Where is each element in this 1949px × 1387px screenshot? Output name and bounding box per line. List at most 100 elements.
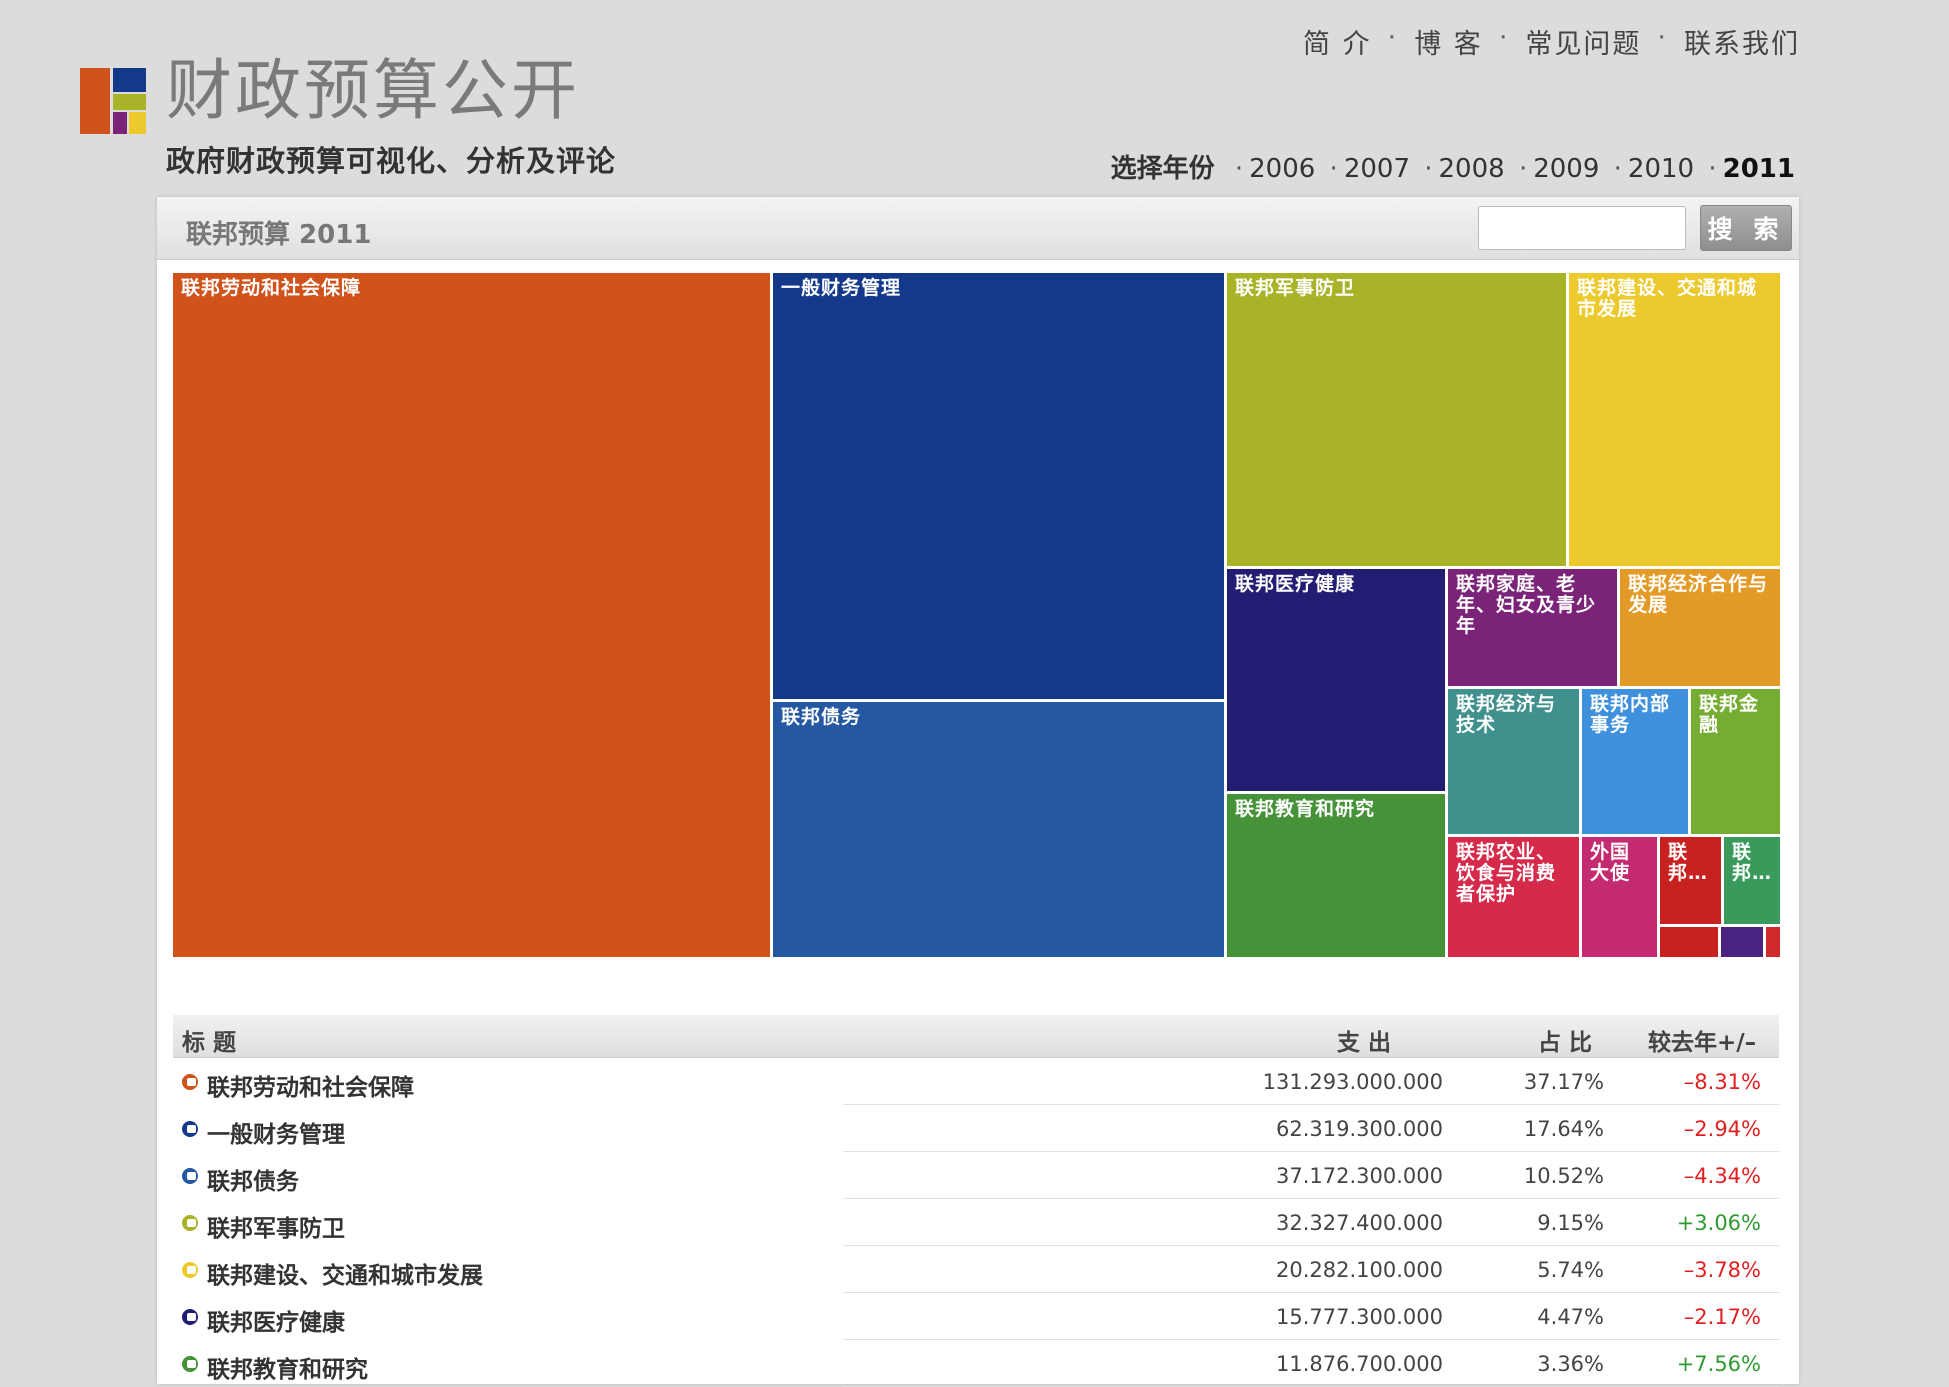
treemap-tile[interactable]: 联邦教育和研究 [1227, 794, 1448, 960]
treemap-tile-label: 一般财务管理 [781, 277, 902, 299]
treemap-tile-label: 联邦… [1732, 841, 1773, 884]
header-title[interactable]: 标 题 [182, 1023, 236, 1057]
year-link-2007[interactable]: 2007 [1344, 154, 1410, 184]
row-title[interactable]: 联邦教育和研究 [207, 1350, 368, 1384]
treemap-tile-label: 外国大使 [1590, 841, 1631, 884]
row-change: –2.94% [1683, 1117, 1761, 1141]
row-title[interactable]: 联邦建设、交通和城市发展 [207, 1256, 483, 1290]
treemap-tile-label: 联邦教育和研究 [1235, 798, 1376, 820]
table-row[interactable]: 联邦医疗健康 15.777.300.000 4.47% –2.17% [173, 1293, 1779, 1340]
treemap-tile[interactable] [1660, 927, 1721, 960]
logo-block-purple [113, 112, 127, 134]
year-separator: · [1708, 154, 1717, 184]
row-share: 3.36% [1537, 1352, 1604, 1376]
table-row[interactable]: 联邦军事防卫 32.327.400.000 9.15% +3.06% [173, 1199, 1779, 1246]
nav-separator: · [1498, 22, 1510, 53]
treemap-tile-label: 联邦金融 [1699, 693, 1760, 736]
treemap-tile[interactable]: 外国大使 [1582, 837, 1660, 960]
treemap-tile-label: 联邦经济与技术 [1456, 693, 1557, 736]
treemap-tile-label: 联邦建设、交通和城市发展 [1577, 277, 1758, 320]
row-title[interactable]: 一般财务管理 [207, 1115, 345, 1149]
search-input[interactable] [1478, 206, 1686, 250]
treemap-tile[interactable]: 联邦… [1724, 837, 1783, 927]
year-separator: · [1518, 154, 1528, 184]
table-header: 标 题 支 出 占 比 较去年+/– [173, 1015, 1779, 1058]
treemap-tile-label: 联邦农业、饮食与消费者保护 [1456, 841, 1557, 905]
treemap-tile[interactable]: 联邦家庭、老年、妇女及青少年 [1448, 569, 1620, 689]
nav-about-link[interactable]: 简 介 [1303, 22, 1372, 61]
row-share: 10.52% [1523, 1164, 1604, 1188]
budget-treemap: 联邦劳动和社会保障 一般财务管理 联邦债务 联邦军事防卫 联邦建设、交通和城市发… [173, 273, 1783, 960]
year-link-2008[interactable]: 2008 [1439, 154, 1505, 184]
row-title[interactable]: 联邦医疗健康 [207, 1303, 345, 1337]
category-icon [182, 1121, 198, 1137]
table-body: 联邦劳动和社会保障 131.293.000.000 37.17% –8.31% 一般财务… [173, 1058, 1779, 1387]
table-row[interactable]: 联邦建设、交通和城市发展 20.282.100.000 5.74% –3.78% [173, 1246, 1779, 1293]
year-link-2010[interactable]: 2010 [1628, 154, 1694, 184]
table-row[interactable]: 联邦教育和研究 11.876.700.000 3.36% +7.56% [173, 1340, 1779, 1387]
table-row[interactable]: 联邦债务 37.172.300.000 10.52% –4.34% [173, 1152, 1779, 1199]
row-title[interactable]: 联邦劳动和社会保障 [207, 1068, 414, 1102]
category-icon [182, 1262, 198, 1278]
treemap-tile-label: 联邦经济合作与发展 [1628, 573, 1769, 616]
category-icon [182, 1356, 198, 1372]
treemap-tile[interactable]: 联邦债务 [773, 702, 1227, 960]
treemap-tile[interactable]: 联邦… [1660, 837, 1724, 927]
search-button[interactable]: 搜 索 [1700, 205, 1792, 251]
row-amount: 15.777.300.000 [1276, 1305, 1443, 1329]
budget-table: 标 题 支 出 占 比 较去年+/– 联邦劳动和社会保障 131.293.000.… [173, 1015, 1779, 1387]
treemap-tile[interactable]: 联邦金融 [1691, 689, 1783, 837]
year-link-2006[interactable]: 2006 [1249, 154, 1315, 184]
top-nav: 简 介 · 博 客 · 常见问题 · 联系我们 [1303, 22, 1800, 61]
category-icon [182, 1215, 198, 1231]
row-share: 9.15% [1537, 1211, 1604, 1235]
row-amount: 37.172.300.000 [1276, 1164, 1443, 1188]
treemap-tile[interactable] [1721, 927, 1766, 960]
row-title[interactable]: 联邦债务 [207, 1162, 299, 1196]
row-share: 37.17% [1523, 1070, 1604, 1094]
treemap-tile[interactable]: 联邦建设、交通和城市发展 [1569, 273, 1783, 569]
treemap-tile-label: 联邦债务 [781, 706, 862, 728]
treemap-tile[interactable]: 联邦经济与技术 [1448, 689, 1582, 837]
treemap-tile[interactable]: 联邦内部事务 [1582, 689, 1691, 837]
header-change[interactable]: 较去年+/– [1648, 1023, 1756, 1057]
treemap-tile-label: 联邦劳动和社会保障 [181, 277, 362, 299]
header-share[interactable]: 占 比 [1538, 1023, 1592, 1057]
row-share: 17.64% [1523, 1117, 1604, 1141]
row-title[interactable]: 联邦军事防卫 [207, 1209, 345, 1243]
site-subtitle: 政府财政预算可视化、分析及评论 [166, 144, 617, 178]
treemap-tile[interactable]: 联邦农业、饮食与消费者保护 [1448, 837, 1582, 960]
year-link-2011[interactable]: 2011 [1723, 154, 1795, 184]
year-separator: · [1234, 154, 1244, 184]
row-amount: 20.282.100.000 [1276, 1258, 1443, 1282]
site-logo[interactable] [80, 68, 146, 134]
logo-block-green [113, 94, 146, 110]
treemap-tile-label: 联邦内部事务 [1590, 693, 1671, 736]
nav-contact-link[interactable]: 联系我们 [1684, 22, 1800, 61]
treemap-tile[interactable] [1766, 927, 1783, 960]
category-icon [182, 1309, 198, 1325]
year-link-2009[interactable]: 2009 [1533, 154, 1599, 184]
treemap-tile[interactable]: 联邦经济合作与发展 [1620, 569, 1783, 689]
panel-header: 联邦预算 2011 搜 索 [157, 197, 1799, 260]
row-amount: 32.327.400.000 [1276, 1211, 1443, 1235]
table-row[interactable]: 一般财务管理 62.319.300.000 17.64% –2.94% [173, 1105, 1779, 1152]
nav-blog-link[interactable]: 博 客 [1414, 22, 1483, 61]
table-row[interactable]: 联邦劳动和社会保障 131.293.000.000 37.17% –8.31% [173, 1058, 1779, 1105]
treemap-tile[interactable]: 联邦医疗健康 [1227, 569, 1448, 794]
nav-separator: · [1657, 22, 1668, 53]
logo-block-yellow [129, 112, 146, 134]
logo-block-blue [113, 68, 146, 92]
year-selector-label: 选择年份 [1110, 154, 1215, 184]
header-amount[interactable]: 支 出 [1337, 1023, 1391, 1057]
treemap-tile[interactable]: 联邦军事防卫 [1227, 273, 1569, 569]
row-change: –3.78% [1683, 1258, 1761, 1282]
treemap-tile[interactable]: 联邦劳动和社会保障 [173, 273, 773, 960]
nav-faq-link[interactable]: 常见问题 [1525, 22, 1641, 61]
site-title[interactable]: 财政预算公开 [166, 58, 580, 124]
year-selector: 选择年份 · 2006 · 2007 · 2008 · 2009 · 2010 · 2011 [1111, 148, 1795, 185]
treemap-tile-label: 联邦… [1668, 841, 1709, 884]
row-share: 4.47% [1537, 1305, 1604, 1329]
treemap-tile-label: 联邦家庭、老年、妇女及青少年 [1456, 573, 1597, 637]
treemap-tile[interactable]: 一般财务管理 [773, 273, 1227, 702]
